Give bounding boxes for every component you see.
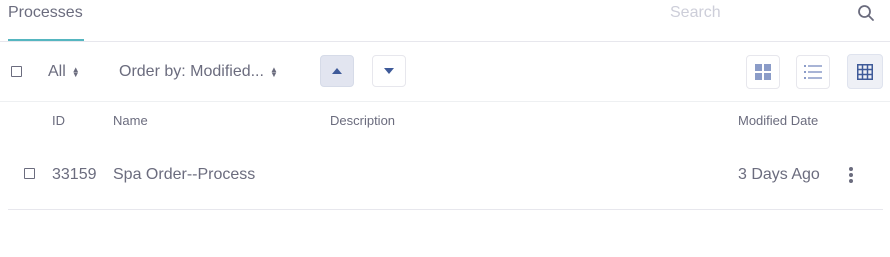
row-id: 33159 xyxy=(52,166,97,183)
updown-arrows-icon: ▲ ▼ xyxy=(269,64,278,79)
order-by-label: Order by: Modified... xyxy=(119,63,264,80)
table-view-icon xyxy=(857,63,873,80)
order-by-dropdown[interactable]: Order by: Modified... ▲ ▼ xyxy=(119,62,278,82)
row-modified-date: 3 Days Ago xyxy=(738,166,820,183)
toolbar-divider xyxy=(0,101,890,102)
filter-dropdown-label: All xyxy=(48,63,66,80)
table-view-button[interactable] xyxy=(847,54,883,89)
search-icon[interactable] xyxy=(857,4,875,22)
column-header-description[interactable]: Description xyxy=(330,113,395,129)
header-divider xyxy=(0,41,890,42)
select-all-checkbox[interactable] xyxy=(11,66,22,77)
row-divider xyxy=(8,209,883,210)
cards-view-icon xyxy=(755,64,771,80)
row-checkbox[interactable] xyxy=(24,168,35,179)
filter-dropdown[interactable]: All ▲ ▼ xyxy=(48,62,80,82)
caret-down-icon xyxy=(384,68,394,74)
sort-ascending-button[interactable] xyxy=(320,55,354,87)
list-view-icon xyxy=(804,65,822,79)
row-name-link[interactable]: Spa Order--Process xyxy=(113,164,255,186)
column-header-id[interactable]: ID xyxy=(52,113,65,129)
caret-up-icon xyxy=(332,68,342,74)
updown-arrows-icon: ▲ ▼ xyxy=(71,64,80,79)
column-header-modified-date[interactable]: Modified Date xyxy=(738,113,818,129)
column-header-name[interactable]: Name xyxy=(113,113,148,129)
tab-processes[interactable]: Processes xyxy=(8,0,83,41)
cards-view-button[interactable] xyxy=(746,55,780,89)
row-actions-kebab-icon[interactable] xyxy=(846,165,856,185)
list-view-button[interactable] xyxy=(796,55,830,89)
search-input[interactable] xyxy=(664,0,850,26)
sort-descending-button[interactable] xyxy=(372,55,406,87)
